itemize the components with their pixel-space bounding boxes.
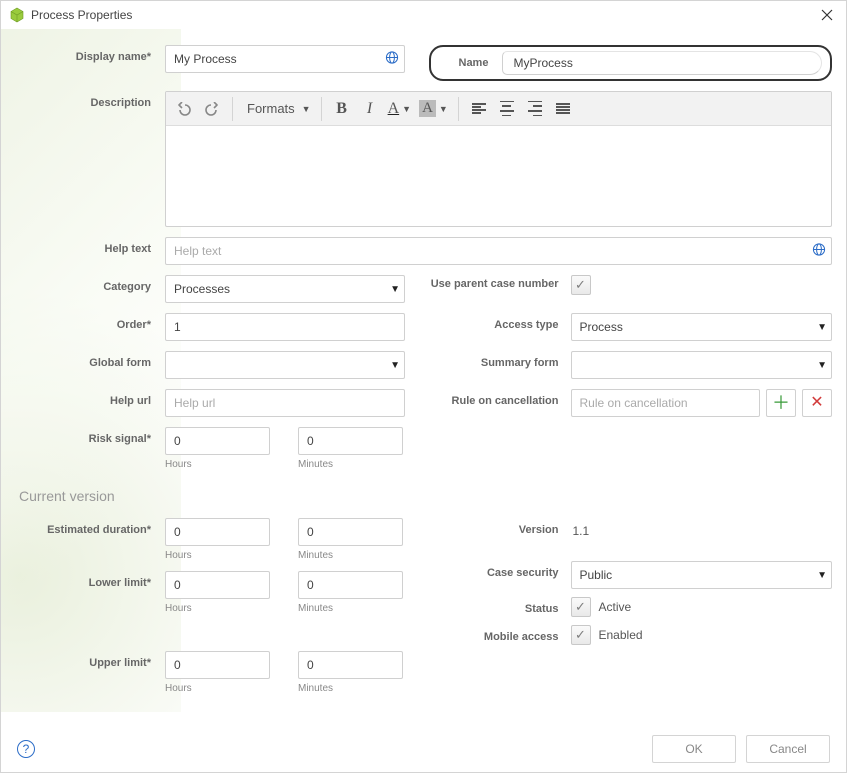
estimated-duration-label: Estimated duration*	[15, 518, 165, 561]
rich-text-editor: Formats▼ B I A▼ A▼	[165, 91, 832, 227]
mobile-access-value-label: Enabled	[599, 628, 643, 642]
category-value: Processes	[174, 282, 230, 296]
access-type-value: Process	[580, 320, 623, 334]
risk-hours-input[interactable]	[165, 427, 270, 455]
title-bar: Process Properties	[1, 1, 846, 29]
access-type-label: Access type	[429, 313, 571, 341]
low-minutes-input[interactable]	[298, 571, 403, 599]
hours-sublabel: Hours	[165, 550, 270, 561]
up-hours-input[interactable]	[165, 651, 270, 679]
status-label: Status	[429, 597, 571, 617]
align-center-button[interactable]	[493, 95, 521, 123]
check-icon: ✓	[575, 599, 586, 615]
access-type-select[interactable]: Process ▼	[571, 313, 833, 341]
mobile-access-checkbox[interactable]: ✓	[571, 625, 591, 645]
font-color-button[interactable]: A▼	[384, 95, 415, 123]
use-parent-case-number-label: Use parent case number	[429, 275, 571, 295]
remove-rule-button[interactable]: ✕	[802, 389, 832, 417]
help-button[interactable]: ?	[17, 740, 35, 758]
case-security-label: Case security	[429, 561, 571, 589]
undo-button[interactable]	[170, 95, 198, 123]
remove-icon: ✕	[810, 395, 823, 411]
cancel-button[interactable]: Cancel	[746, 735, 830, 763]
summary-form-select[interactable]: ▼	[571, 351, 833, 379]
rule-on-cancellation-input	[571, 389, 761, 417]
formats-label: Formats	[243, 101, 299, 116]
chevron-down-icon: ▼	[817, 570, 827, 581]
hours-sublabel: Hours	[165, 603, 270, 614]
rule-on-cancellation-label: Rule on cancellation	[429, 389, 571, 417]
version-label: Version	[429, 518, 571, 544]
description-label: Description	[15, 91, 165, 109]
chevron-down-icon: ▼	[817, 360, 827, 371]
up-minutes-input[interactable]	[298, 651, 403, 679]
risk-minutes-input[interactable]	[298, 427, 403, 455]
status-value-label: Active	[599, 600, 632, 614]
display-name-label: Display name*	[15, 45, 165, 73]
name-highlight-group: Name	[429, 45, 833, 81]
add-rule-button[interactable]: ＋	[766, 389, 796, 417]
minutes-sublabel: Minutes	[298, 603, 403, 614]
help-url-input[interactable]	[165, 389, 405, 417]
italic-button[interactable]: I	[356, 95, 384, 123]
bg-color-button[interactable]: A▼	[415, 95, 452, 123]
risk-signal-label: Risk signal*	[15, 427, 165, 445]
est-hours-input[interactable]	[165, 518, 270, 546]
align-right-button[interactable]	[521, 95, 549, 123]
minutes-sublabel: Minutes	[298, 550, 403, 561]
hours-sublabel: Hours	[165, 459, 270, 470]
order-label: Order*	[15, 313, 165, 341]
name-input[interactable]	[502, 51, 822, 75]
dialog-footer: ? OK Cancel	[1, 726, 846, 772]
chevron-down-icon: ▼	[817, 322, 827, 333]
hours-sublabel: Hours	[165, 683, 270, 694]
help-text-label: Help text	[15, 237, 165, 255]
plus-icon: ＋	[772, 394, 790, 412]
low-hours-input[interactable]	[165, 571, 270, 599]
close-button[interactable]	[816, 4, 838, 26]
upper-limit-label: Upper limit*	[15, 651, 165, 694]
mobile-access-label: Mobile access	[429, 625, 571, 645]
case-security-value: Public	[580, 568, 613, 582]
window-title: Process Properties	[31, 8, 132, 22]
minutes-sublabel: Minutes	[298, 683, 403, 694]
help-text-input[interactable]	[165, 237, 832, 265]
case-security-select[interactable]: Public ▼	[571, 561, 833, 589]
help-url-label: Help url	[15, 389, 165, 417]
version-value: 1.1	[571, 518, 833, 544]
category-label: Category	[15, 275, 165, 303]
check-icon: ✓	[575, 627, 586, 643]
lower-limit-label: Lower limit*	[15, 571, 165, 614]
est-minutes-input[interactable]	[298, 518, 403, 546]
check-icon: ✓	[575, 277, 586, 293]
bold-button[interactable]: B	[328, 95, 356, 123]
order-input[interactable]	[165, 313, 405, 341]
summary-form-label: Summary form	[429, 351, 571, 379]
global-form-select[interactable]: ▼	[165, 351, 405, 379]
category-select[interactable]: Processes ▼	[165, 275, 405, 303]
align-left-button[interactable]	[465, 95, 493, 123]
app-icon	[9, 7, 25, 23]
redo-button[interactable]	[198, 95, 226, 123]
current-version-section: Current version	[19, 488, 832, 504]
display-name-input[interactable]	[165, 45, 405, 73]
global-form-label: Global form	[15, 351, 165, 379]
minutes-sublabel: Minutes	[298, 459, 403, 470]
chevron-down-icon: ▼	[390, 360, 400, 371]
use-parent-case-number-checkbox[interactable]: ✓	[571, 275, 591, 295]
ok-button[interactable]: OK	[652, 735, 736, 763]
name-label: Name	[459, 57, 489, 69]
align-justify-button[interactable]	[549, 95, 577, 123]
help-icon: ?	[23, 742, 30, 756]
formats-dropdown[interactable]: Formats▼	[239, 95, 315, 123]
status-checkbox[interactable]: ✓	[571, 597, 591, 617]
description-textarea[interactable]	[166, 126, 831, 226]
chevron-down-icon: ▼	[390, 284, 400, 295]
